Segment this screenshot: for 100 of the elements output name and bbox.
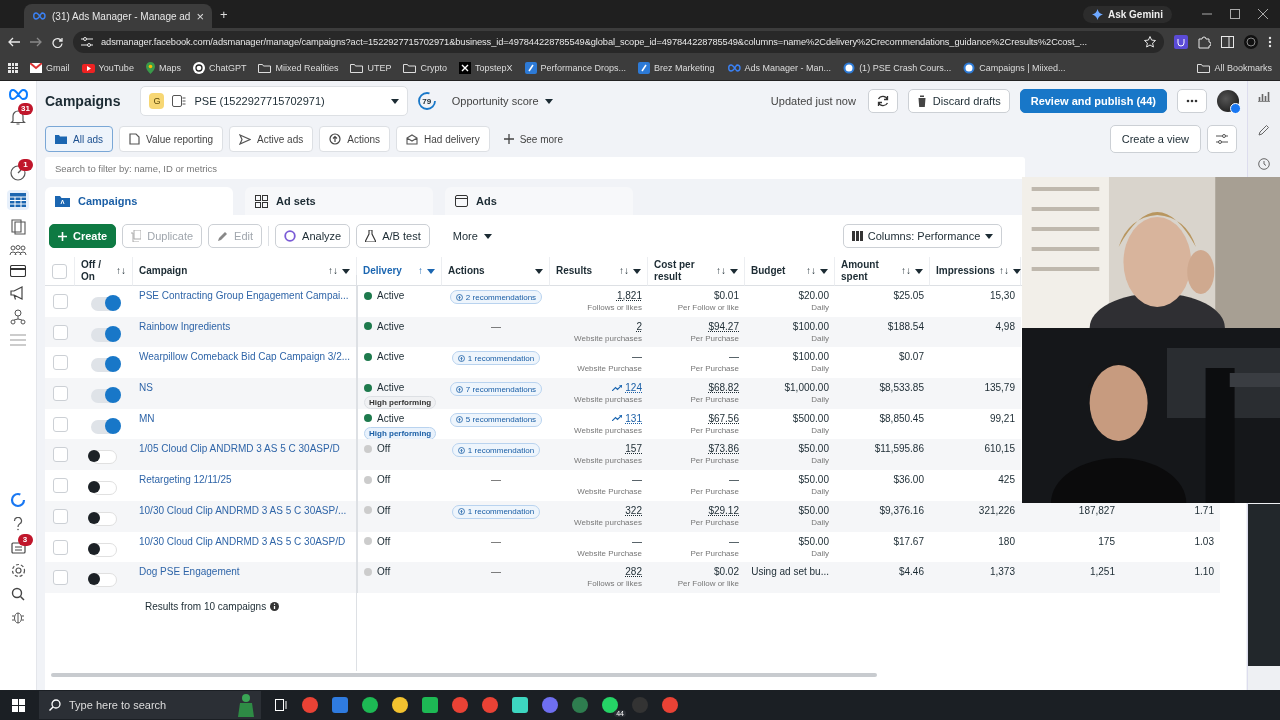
- checkbox[interactable]: [52, 294, 68, 309]
- result-value[interactable]: 2: [636, 320, 642, 332]
- bookmark-link[interactable]: ChatGPT: [208, 63, 247, 73]
- recommendation-badge[interactable]: 7 recommendations: [449, 382, 543, 397]
- amount-spent: $36.00: [893, 474, 924, 486]
- checkbox[interactable]: [52, 539, 68, 555]
- campaign-link[interactable]: Wearpillow Comeback Bid Cap Campaign 3/2...: [139, 351, 351, 363]
- create-button[interactable]: Create: [49, 224, 117, 248]
- campaign-link[interactable]: Retargeting 12/11/25: [139, 474, 232, 486]
- create-view-button[interactable]: Create a view: [1109, 125, 1201, 153]
- bookmark-link[interactable]: UTEP: [367, 63, 392, 73]
- checkbox[interactable]: [52, 570, 68, 586]
- refresh-button[interactable]: [867, 89, 898, 113]
- bookmark-link[interactable]: Crypto: [420, 63, 447, 73]
- tab-close-button[interactable]: ×: [196, 8, 204, 24]
- profile-avatar[interactable]: [1217, 90, 1239, 112]
- campaign-link[interactable]: 10/30 Cloud Clip ANDRMD 3 AS 5 C 30ASP/...: [139, 504, 347, 516]
- level-tab[interactable]: Ads: [445, 187, 633, 215]
- search-field[interactable]: Search to filter by: name, ID or metrics: [45, 157, 1025, 179]
- campaign-link[interactable]: NS: [139, 382, 153, 394]
- result-value[interactable]: 282: [625, 566, 642, 578]
- filter-chip[interactable]: All ads: [45, 126, 113, 152]
- metric-label: Website purchases: [574, 395, 642, 405]
- bookmark-link[interactable]: YouTube: [98, 63, 134, 73]
- square-icon: [332, 697, 348, 713]
- filter-chip[interactable]: Had delivery: [396, 126, 490, 152]
- result-value[interactable]: 1,821: [616, 290, 642, 301]
- bookmark-link[interactable]: (1) PSE Crash Cours...: [859, 63, 952, 73]
- campaign-link[interactable]: MN: [139, 412, 155, 424]
- impressions-value: 610,15: [984, 443, 1015, 455]
- cost-value[interactable]: $73.86: [708, 443, 739, 455]
- bookmark-link[interactable]: Brez Marketing: [654, 63, 715, 73]
- ask-gemini-button[interactable]: Ask Gemini: [1082, 5, 1172, 23]
- recommendation-badge[interactable]: 1 recommendation: [451, 443, 541, 458]
- bookmark-link[interactable]: Campaigns | Miixed...: [979, 63, 1066, 73]
- tab-title[interactable]: (31) Ads Manager - Manage ad: [52, 10, 191, 22]
- level-tab[interactable]: Ad sets: [245, 187, 433, 215]
- new-tab-button[interactable]: +: [220, 6, 228, 22]
- recommendation-badge[interactable]: 2 recommendations: [449, 290, 543, 304]
- score-gauge: 79: [417, 92, 436, 110]
- cost-value[interactable]: $29.12: [708, 504, 739, 516]
- see-more-button[interactable]: See more: [495, 133, 571, 145]
- result-value[interactable]: 131: [612, 412, 642, 424]
- checkbox[interactable]: [52, 478, 68, 494]
- checkbox[interactable]: [52, 355, 68, 371]
- bookmark-link[interactable]: Ads Manager - Man...: [744, 63, 832, 73]
- cost-value[interactable]: $68.82: [708, 382, 739, 394]
- circle-icon: [482, 697, 498, 713]
- metric-label: Website purchases: [574, 333, 642, 343]
- campaign-link[interactable]: Dog PSE Engagement: [139, 566, 240, 578]
- bookmark-link[interactable]: TopstepX: [475, 63, 513, 73]
- bookmark-link[interactable]: All Bookmarks: [1214, 63, 1272, 73]
- cost-value[interactable]: $94.27: [708, 320, 739, 332]
- opportunity-score-menu[interactable]: Opportunity score: [445, 94, 559, 108]
- campaign-link[interactable]: 10/30 Cloud Clip ANDRMD 3 AS 5 C 30ASP/D: [139, 535, 346, 547]
- result-value[interactable]: 157: [625, 443, 642, 455]
- bookmark-link[interactable]: Performance Drops...: [540, 63, 627, 73]
- toggle-switch[interactable]: [91, 542, 117, 557]
- recommendation-badge[interactable]: 1 recommendation: [451, 351, 541, 366]
- table-nav-item[interactable]: [7, 190, 29, 210]
- recommendation-badge[interactable]: 5 recommendations: [449, 412, 543, 427]
- toggle-switch[interactable]: [91, 573, 117, 588]
- result-value[interactable]: 322: [625, 504, 642, 516]
- settings-button[interactable]: [1207, 125, 1237, 153]
- analyze-button[interactable]: Analyze: [275, 224, 351, 248]
- map-pin-icon: [145, 62, 155, 74]
- recommendation-badge[interactable]: 1 recommendation: [451, 504, 541, 519]
- bookmark-link[interactable]: Miixed Realities: [275, 63, 339, 73]
- taskbar-search-field[interactable]: Type here to search: [39, 691, 261, 719]
- checkbox[interactable]: [52, 324, 68, 340]
- review-publish-button[interactable]: Review and publish (44): [1019, 89, 1167, 113]
- filter-chip[interactable]: Actions: [319, 126, 391, 152]
- columns-menu[interactable]: Columns: Performance: [842, 224, 1003, 248]
- checkbox[interactable]: [52, 416, 68, 432]
- account-selector[interactable]: G PSE (1522927715702971): [140, 86, 408, 116]
- cost-value[interactable]: $67.56: [708, 412, 739, 424]
- checkbox[interactable]: [52, 386, 68, 402]
- scrollbar[interactable]: [51, 673, 877, 677]
- filter-chip[interactable]: Active ads: [229, 126, 314, 152]
- campaign-link[interactable]: 1/05 Cloud Clip ANDRMD 3 AS 5 C 30ASP/D: [139, 443, 340, 455]
- more-menu[interactable]: More: [443, 224, 501, 248]
- checkbox[interactable]: [52, 447, 68, 463]
- ab-test-button[interactable]: A/B test: [356, 224, 430, 248]
- toggle-switch[interactable]: [91, 450, 117, 465]
- toggle-switch[interactable]: [91, 511, 117, 526]
- checkbox[interactable]: [52, 263, 67, 279]
- level-tab[interactable]: Campaigns: [45, 187, 233, 215]
- ring-icon: [10, 492, 26, 508]
- toggle-switch[interactable]: [91, 481, 117, 496]
- checkbox[interactable]: [52, 508, 68, 524]
- bookmark-link[interactable]: Maps: [158, 63, 181, 73]
- campaign-link[interactable]: PSE Contracting Group Engagement Campai...: [139, 290, 349, 301]
- discard-drafts-button[interactable]: Discard drafts: [907, 89, 1010, 113]
- more-options-button[interactable]: [1177, 89, 1207, 113]
- bookmark-link[interactable]: Gmail: [46, 63, 70, 73]
- filter-chip[interactable]: Value reporting: [119, 126, 224, 152]
- notification-badge: 31: [18, 103, 33, 115]
- circle-icon: [572, 697, 588, 713]
- campaign-link[interactable]: Rainbow Ingredients: [139, 320, 231, 332]
- result-value[interactable]: 124: [612, 382, 642, 394]
